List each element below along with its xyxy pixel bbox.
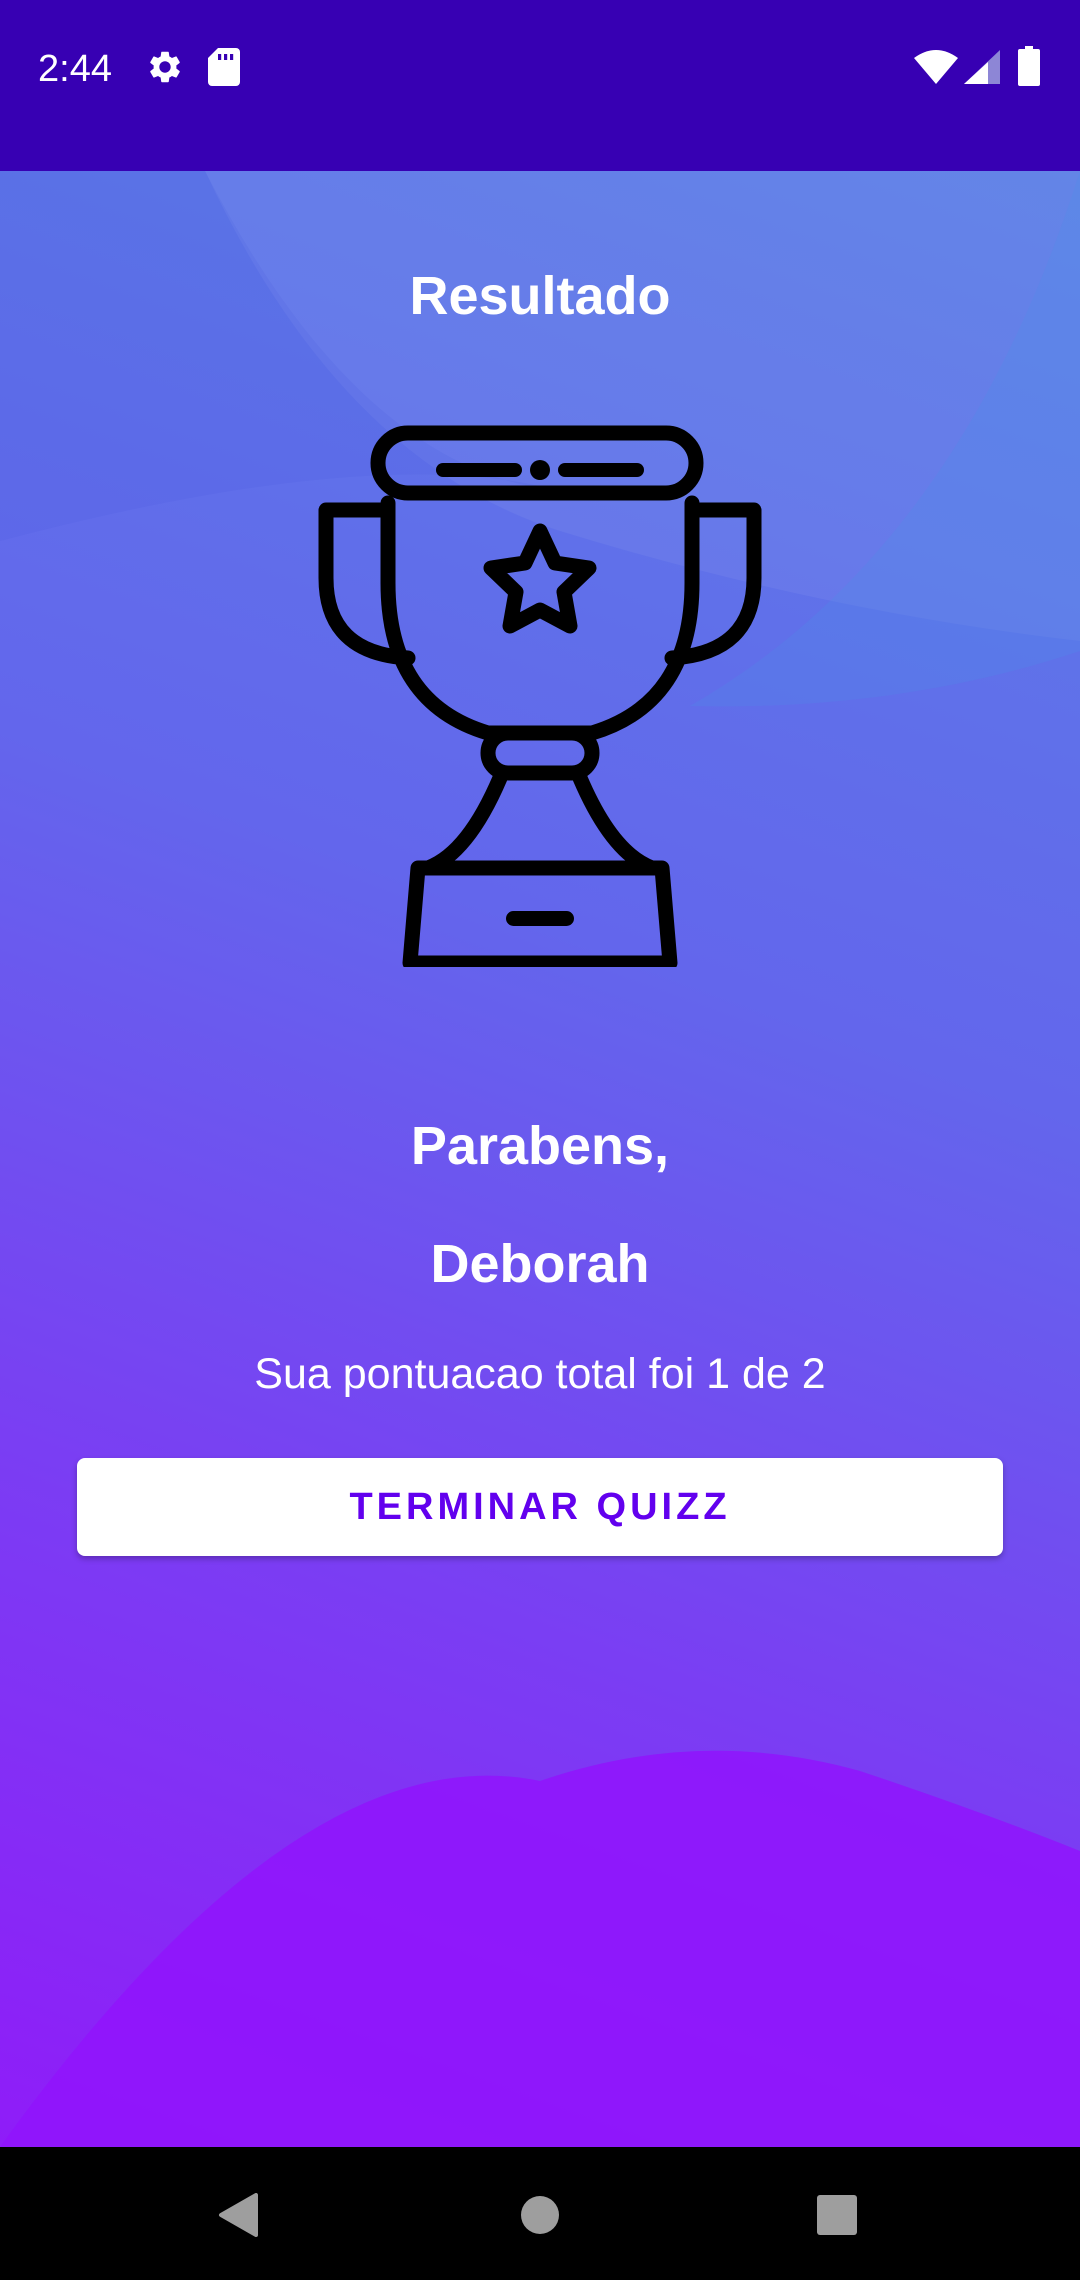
wifi-icon xyxy=(914,50,958,84)
status-bar: 2:44 xyxy=(0,0,1080,171)
signal-icon xyxy=(964,50,1000,84)
congrats-text: Parabens, xyxy=(410,1116,670,1176)
finish-quiz-button[interactable]: TERMINAR QUIZZ xyxy=(77,1458,1003,1556)
app-screen: 2:44 Resultado Parabens, Deborah Sua pon… xyxy=(0,0,1080,2280)
trophy-icon xyxy=(318,425,762,967)
recents-icon[interactable] xyxy=(817,2195,857,2235)
navigation-bar xyxy=(0,2147,1080,2280)
user-name: Deborah xyxy=(430,1234,650,1294)
battery-icon xyxy=(1018,46,1040,86)
status-time: 2:44 xyxy=(38,48,112,90)
back-icon[interactable] xyxy=(218,2193,258,2237)
sd-card-icon xyxy=(208,48,240,86)
home-icon[interactable] xyxy=(520,2195,560,2235)
result-screen: Resultado Parabens, Deborah Sua pontuaca… xyxy=(0,171,1080,2147)
gear-icon xyxy=(150,51,180,83)
page-title: Resultado xyxy=(409,266,671,326)
score-text: Sua pontuacao total foi 1 de 2 xyxy=(254,1350,826,1398)
